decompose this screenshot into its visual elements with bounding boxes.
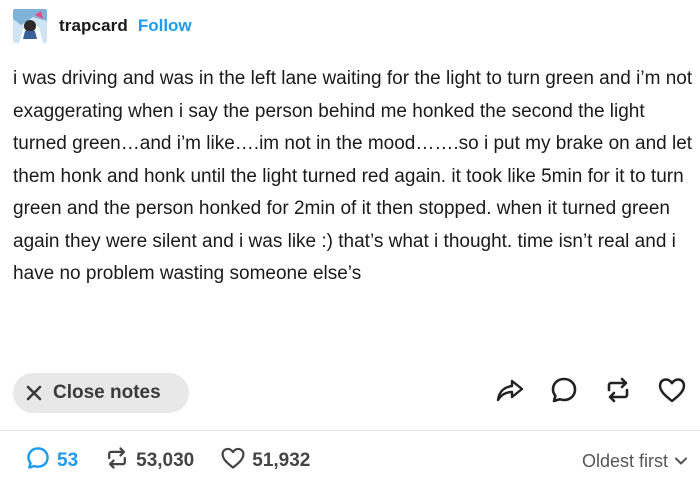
like-button[interactable] — [654, 374, 690, 410]
sort-label: Oldest first — [581, 450, 668, 471]
chevron-down-icon — [674, 454, 688, 468]
reply-button[interactable] — [546, 374, 582, 410]
reblog-icon — [603, 375, 633, 410]
reblogs-count-button[interactable]: 53,030 — [104, 445, 194, 477]
post-body: i was driving and was in the left lane w… — [13, 63, 697, 291]
sort-dropdown[interactable]: Oldest first — [582, 446, 688, 476]
like-count-icon — [220, 445, 246, 477]
notes-stats: 53 53,030 51,932 — [25, 446, 336, 476]
replies-count-button[interactable]: 53 — [25, 445, 78, 477]
share-button[interactable] — [492, 374, 528, 410]
post-actions — [474, 374, 690, 410]
username[interactable]: trapcard — [59, 16, 128, 36]
reply-count-icon — [25, 445, 51, 477]
reply-icon — [549, 375, 579, 410]
reblog-button[interactable] — [600, 374, 636, 410]
close-notes-button[interactable]: Close notes — [13, 373, 189, 413]
close-icon — [25, 384, 43, 402]
avatar[interactable] — [13, 9, 47, 43]
like-icon — [657, 375, 687, 410]
post-text: i was driving and was in the left lane w… — [13, 68, 693, 284]
likes-count-button[interactable]: 51,932 — [220, 445, 310, 477]
share-icon — [495, 375, 525, 410]
reblogs-count: 53,030 — [136, 450, 195, 471]
divider — [0, 430, 700, 431]
follow-button[interactable]: Follow — [138, 16, 192, 36]
replies-count: 53 — [57, 450, 79, 471]
likes-count: 51,932 — [252, 450, 311, 471]
post-header: trapcard Follow — [13, 9, 192, 43]
reblog-count-icon — [104, 445, 130, 477]
close-notes-label: Close notes — [53, 382, 161, 403]
